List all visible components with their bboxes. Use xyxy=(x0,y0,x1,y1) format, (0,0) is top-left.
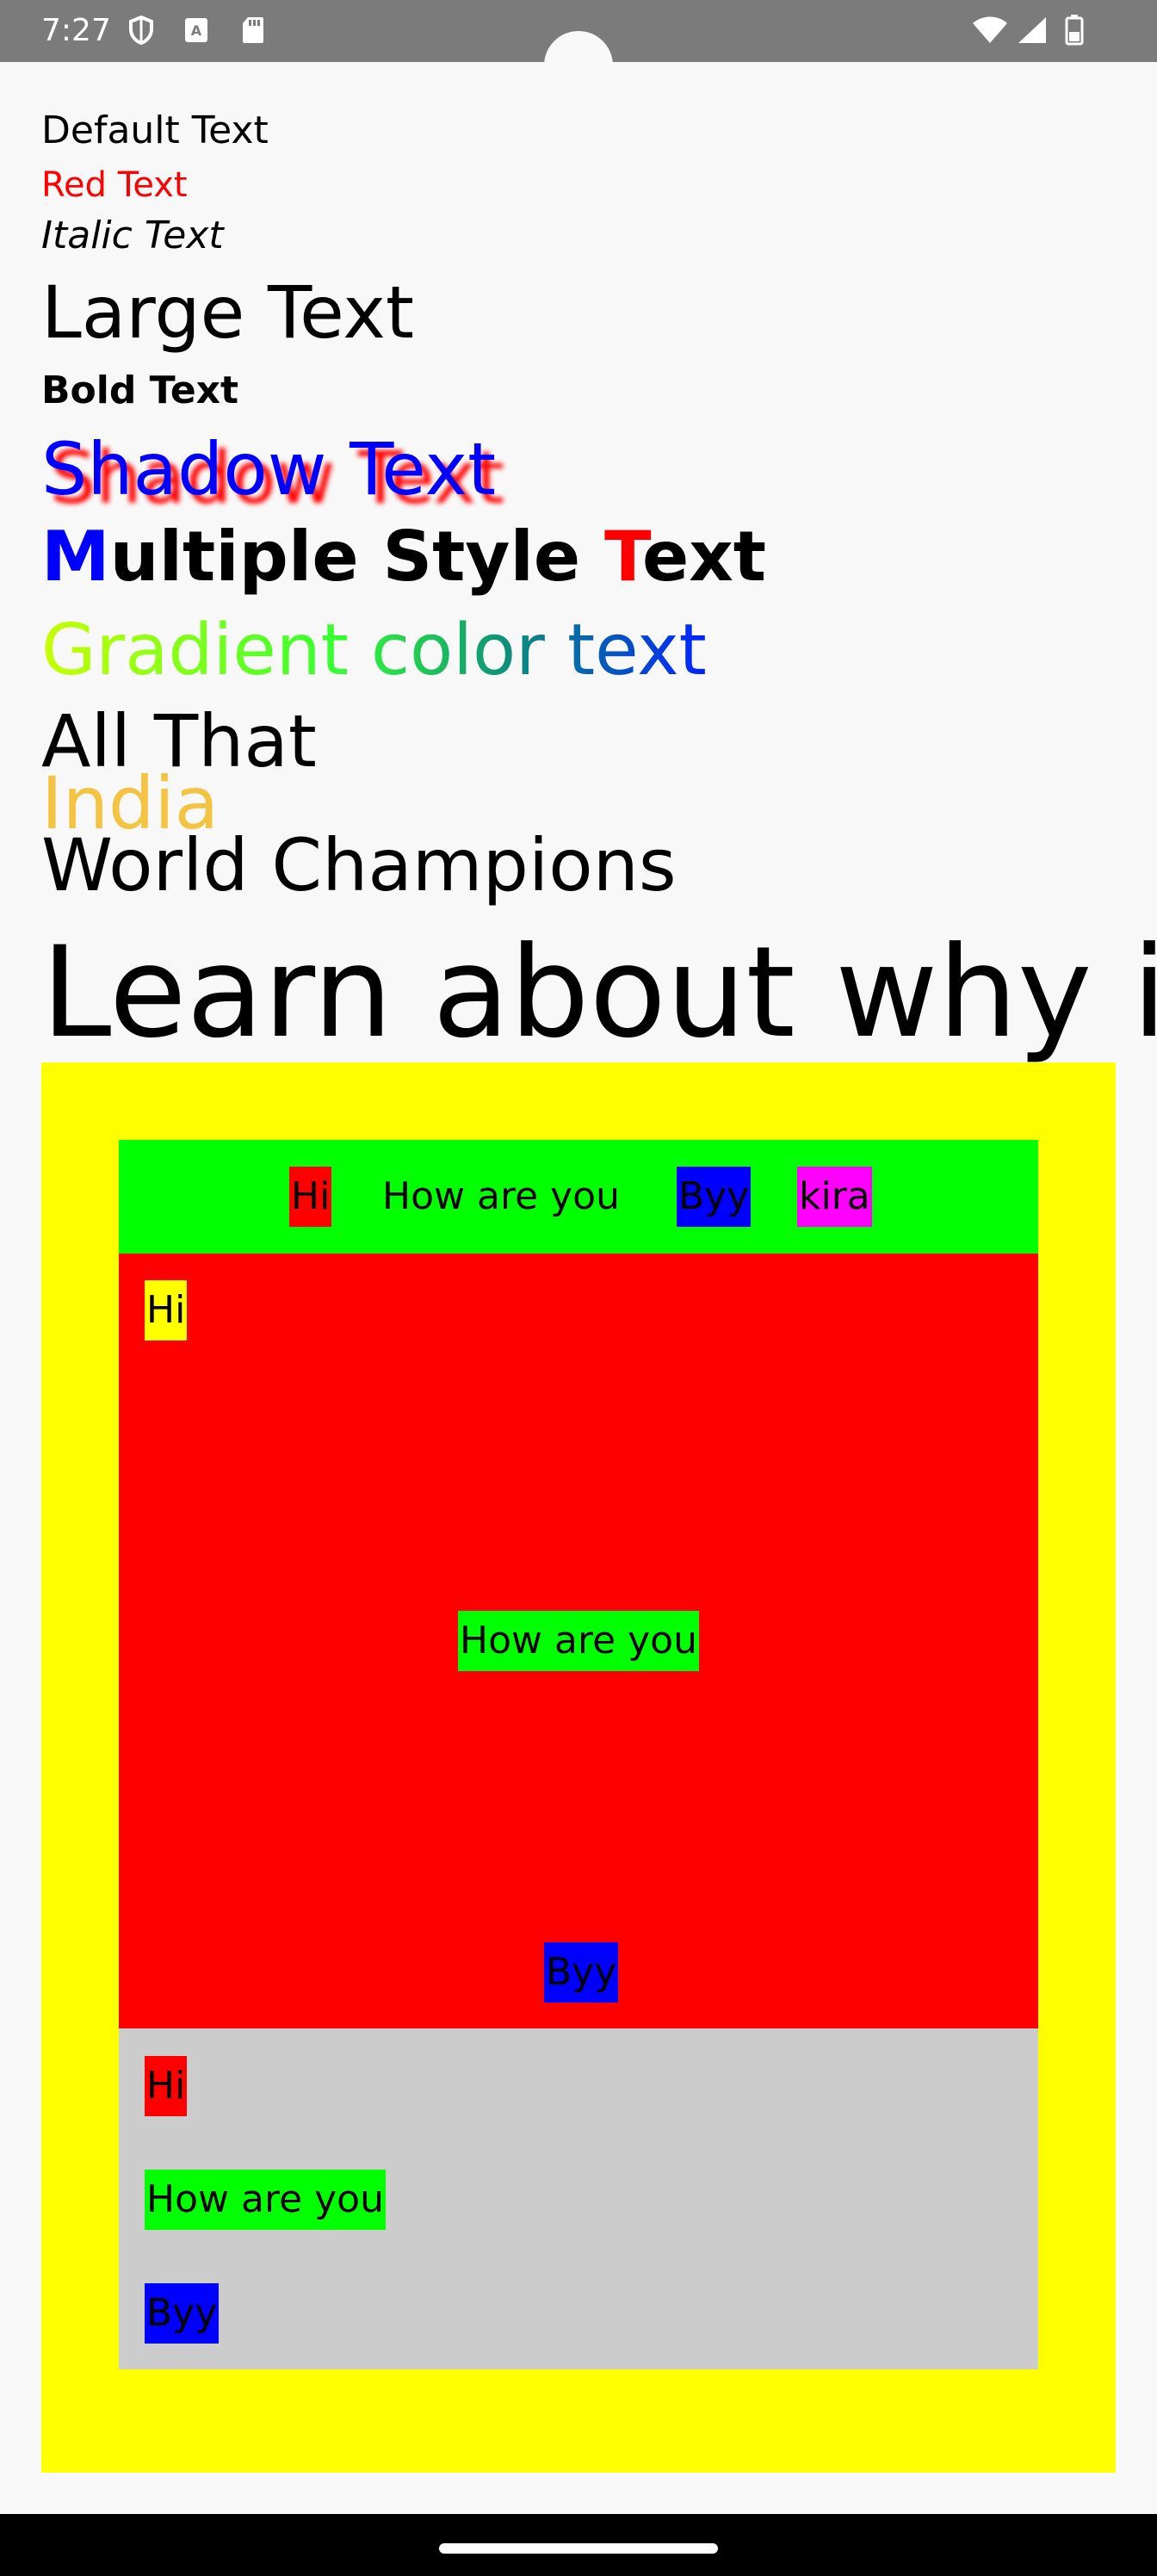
status-time: 7:27 xyxy=(41,13,111,48)
large-text: Large Text xyxy=(41,270,414,355)
camera-cutout xyxy=(544,31,613,100)
svg-text:A: A xyxy=(191,22,202,39)
box-item-byy: Byy xyxy=(544,1942,619,2003)
battery-icon xyxy=(1062,15,1086,46)
red-text: Red Text xyxy=(41,165,188,205)
text-a-icon: A xyxy=(183,15,210,45)
multiple-style-m: M xyxy=(41,517,110,597)
bold-text: Bold Text xyxy=(41,368,239,412)
home-gesture-handle[interactable] xyxy=(439,2543,718,2554)
row-item-kira: kira xyxy=(797,1167,872,1227)
multiple-style-text: Multiple Style Text xyxy=(41,517,766,597)
row-item-how-are-you: How are you xyxy=(382,1174,620,1218)
sd-card-icon xyxy=(239,15,267,45)
shadow-text: Shadow Text xyxy=(41,427,497,511)
default-text: Default Text xyxy=(41,108,269,152)
gradient-color-text: Gradient color text xyxy=(41,610,707,691)
multiple-style-ext: ext xyxy=(641,517,767,597)
multiple-style-t: T xyxy=(603,517,642,597)
row-item-hi: Hi xyxy=(289,1167,332,1227)
signal-icon xyxy=(1016,15,1049,45)
world-champions-text: World Champions xyxy=(41,823,677,907)
wifi-icon xyxy=(971,15,1009,45)
shield-icon xyxy=(127,15,155,45)
multiple-style-ultiple: ultiple Style xyxy=(109,517,604,597)
box-item-hi: Hi xyxy=(145,1280,188,1341)
column-item-how-are-you: How are you xyxy=(145,2170,386,2230)
learn-about-text: Learn about why i xyxy=(41,920,1157,1066)
italic-text: Italic Text xyxy=(41,214,224,257)
column-item-byy: Byy xyxy=(145,2283,220,2344)
row-item-byy: Byy xyxy=(677,1167,752,1227)
column-item-hi: Hi xyxy=(145,2056,188,2116)
box-item-how-are-you: How are you xyxy=(458,1611,699,1671)
